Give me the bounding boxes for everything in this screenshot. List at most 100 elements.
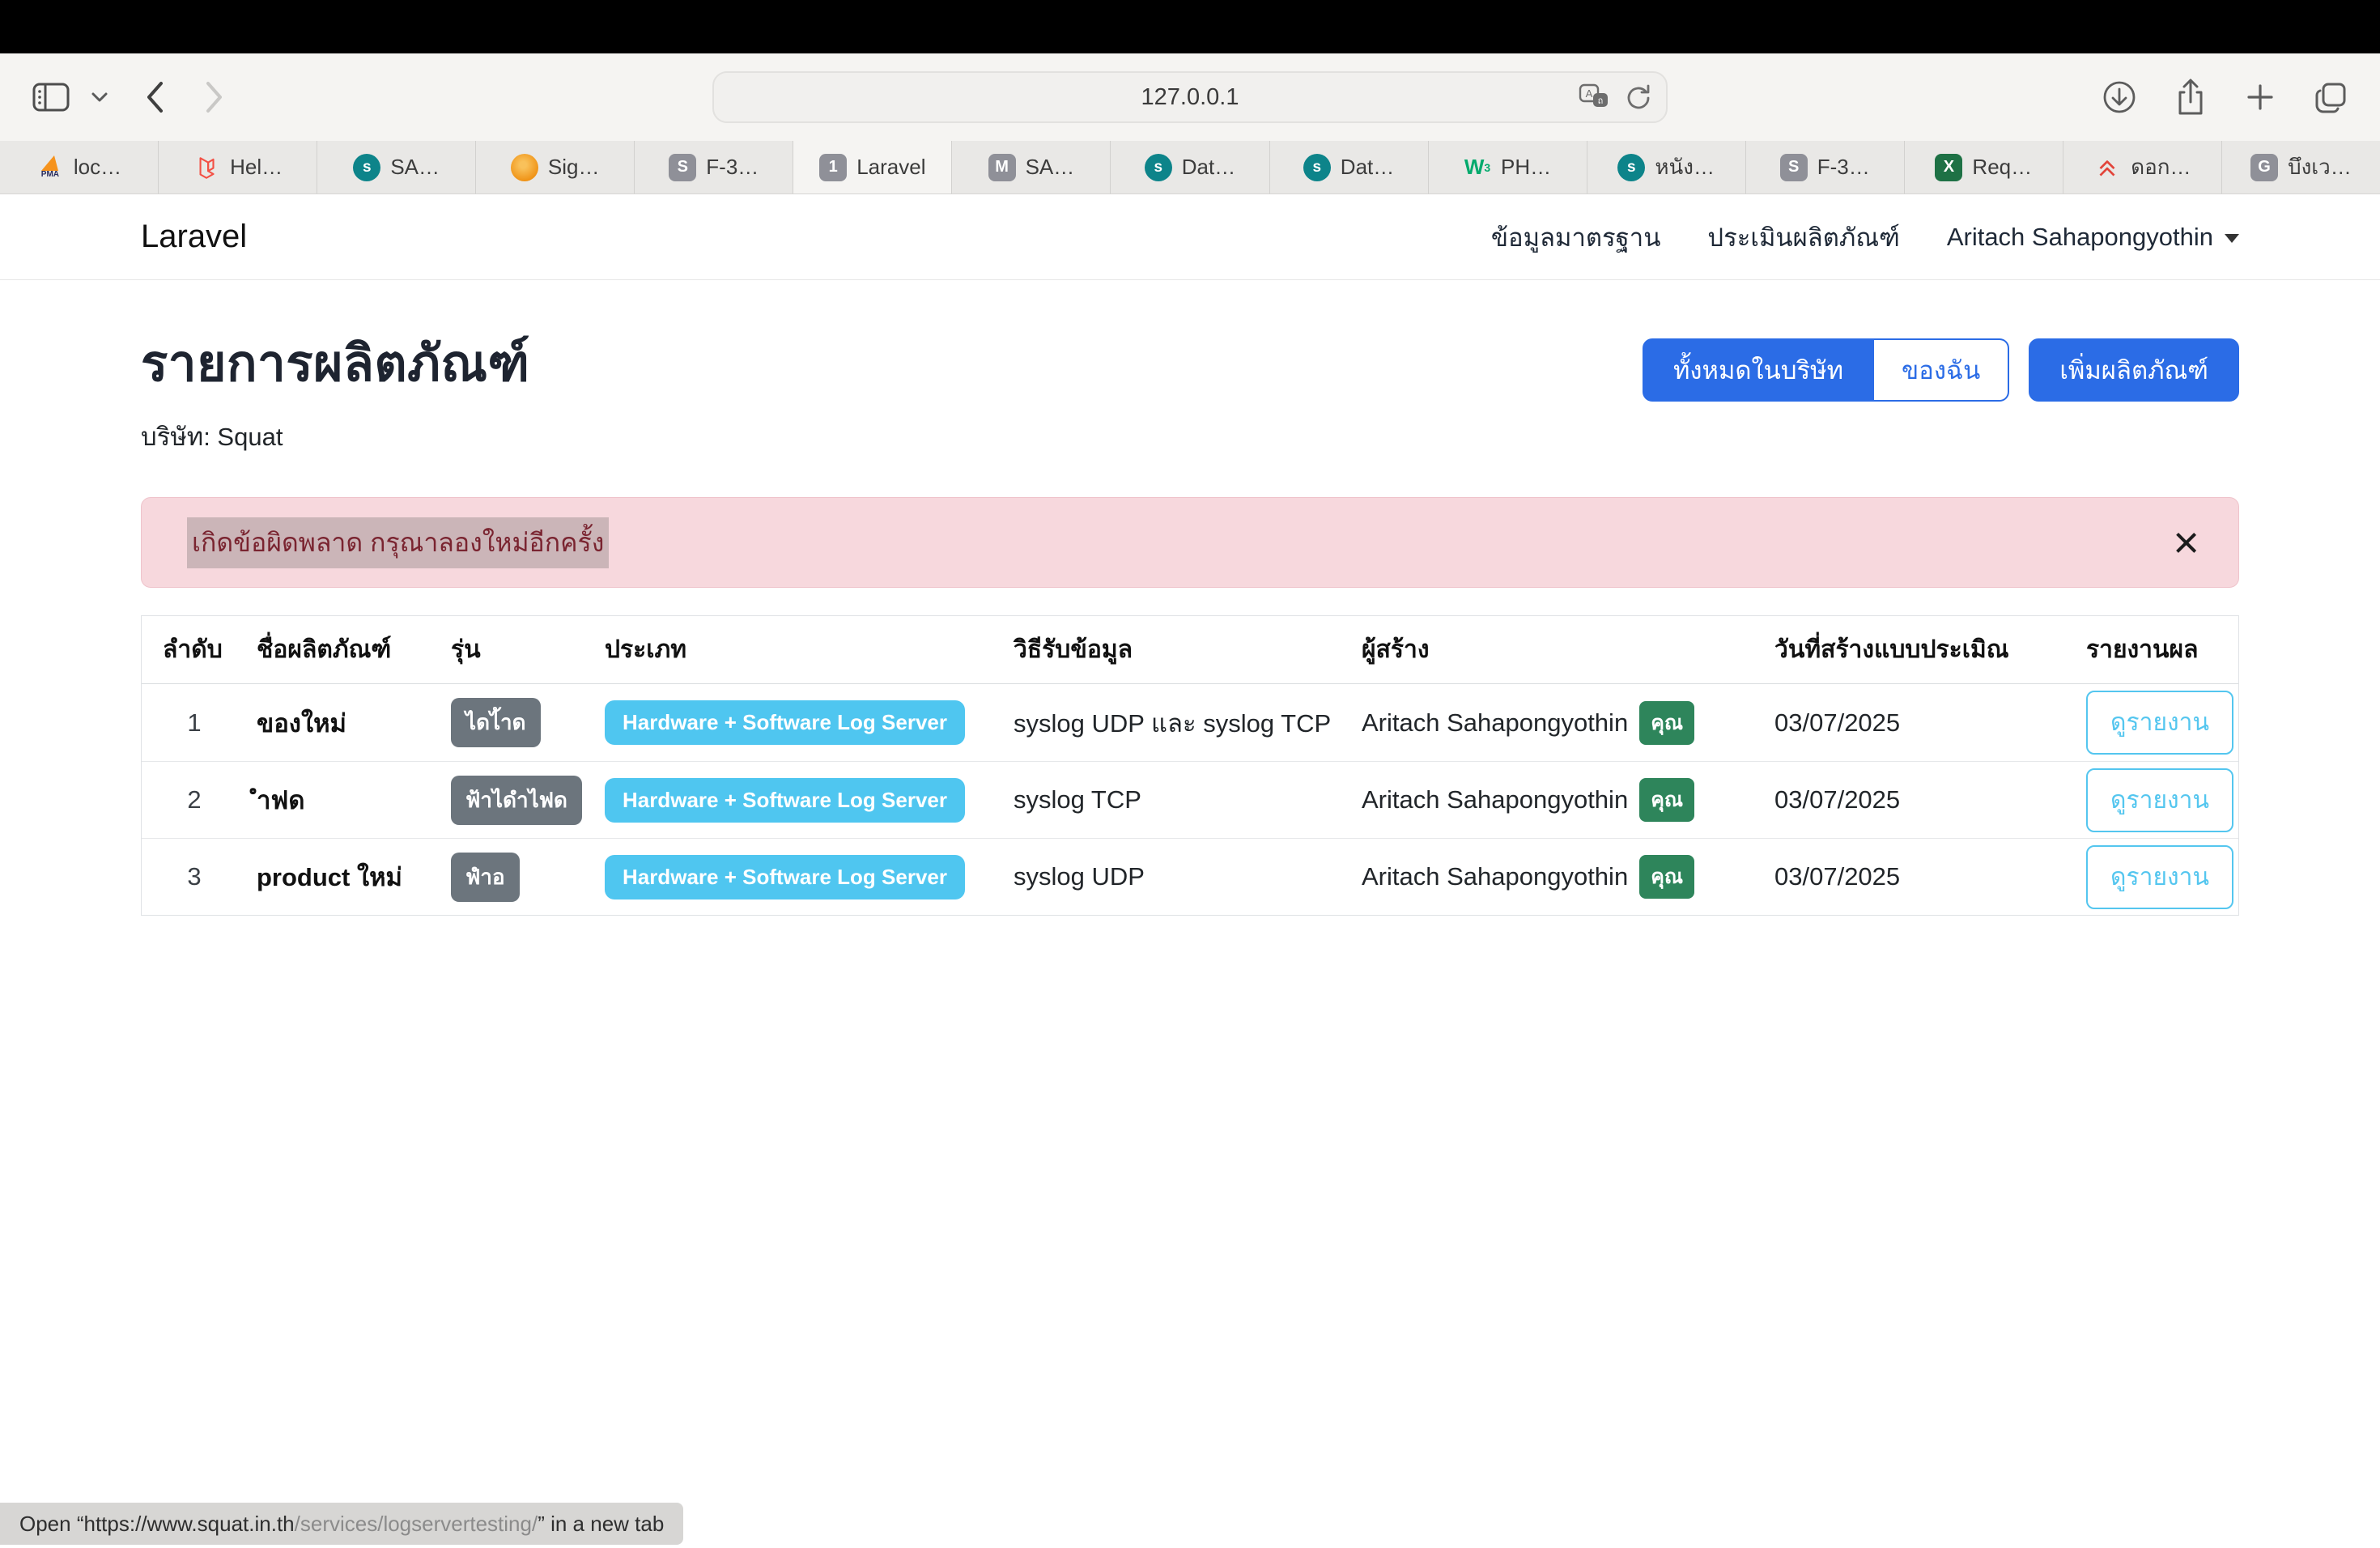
table-row: 2 ำฟด ฟ้าไดำไฟด Hardware + Software Log … — [142, 761, 2238, 838]
tab-label: Hel… — [230, 155, 283, 180]
error-alert-message: เกิดข้อผิดพลาด กรุณาลองใหม่อีกครั้ง — [187, 517, 609, 568]
sidebar-chevron-down-icon[interactable] — [91, 91, 108, 103]
forward-icon[interactable] — [204, 80, 225, 114]
translate-icon[interactable]: Aถ — [1579, 83, 1611, 111]
letter-m-icon: M — [988, 154, 1016, 181]
sharepoint-icon: s — [1145, 154, 1172, 181]
tab-label: SA… — [390, 155, 440, 180]
sharepoint-icon: s — [353, 154, 380, 181]
creator-you-badge: คุณ — [1639, 855, 1694, 899]
user-dropdown[interactable]: Aritach Sahapongyothin — [1947, 223, 2239, 252]
browser-tab[interactable]: ดอก… — [2063, 141, 2221, 194]
status-bar: Open “https://www.squat.in.th/services/l… — [0, 1503, 683, 1545]
letter-g-icon: G — [2250, 154, 2278, 181]
browser-tab[interactable]: s Dat… — [1269, 141, 1428, 194]
phpmyadmin-icon: PMA — [36, 154, 64, 181]
tab-label: SA… — [1026, 155, 1075, 180]
tab-label: หนัง… — [1655, 151, 1715, 184]
tab-label: PH… — [1501, 155, 1551, 180]
table-row: 3 product ใหม่ ฟำอ Hardware + Software L… — [142, 838, 2238, 915]
tab-label: F-3… — [706, 155, 759, 180]
share-icon[interactable] — [2174, 78, 2207, 117]
excel-icon: X — [1935, 154, 1962, 181]
letter-1-icon: 1 — [819, 154, 847, 181]
browser-tab[interactable]: PMA loc… — [0, 141, 158, 194]
downloads-icon[interactable] — [2102, 79, 2137, 115]
tab-label: F-3… — [1817, 155, 1870, 180]
row-index: 3 — [142, 862, 247, 891]
status-text-suffix: ” in a new tab — [538, 1512, 664, 1537]
date-cell: 03/07/2025 — [1765, 862, 2076, 891]
tab-label: ดอก… — [2131, 151, 2191, 184]
type-badge: Hardware + Software Log Server — [605, 855, 965, 899]
col-header-report: รายงานผล — [2076, 631, 2238, 669]
site-navbar: Laravel ข้อมูลมาตรฐาน ประเมินผลิตภัณฑ์ A… — [0, 194, 2380, 280]
tab-label: บึงเว… — [2288, 151, 2352, 184]
creator-you-badge: คุณ — [1639, 701, 1694, 745]
browser-tab[interactable]: s SA… — [317, 141, 475, 194]
view-report-button[interactable]: ดูรายงาน — [2086, 768, 2233, 832]
browser-tab[interactable]: X Req… — [1904, 141, 2063, 194]
sharepoint-icon: s — [1303, 154, 1331, 181]
status-text-prefix: Open “ — [19, 1512, 84, 1537]
col-header-name: ชื่อผลิตภัณฑ์ — [247, 631, 441, 669]
method-cell: syslog TCP — [1004, 785, 1352, 814]
browser-tab[interactable]: sDat… — [1110, 141, 1269, 194]
close-icon[interactable]: × — [2173, 520, 2199, 565]
back-icon[interactable] — [144, 80, 165, 114]
browser-tab[interactable]: Sig… — [475, 141, 634, 194]
error-alert: เกิดข้อผิดพลาด กรุณาลองใหม่อีกครั้ง × — [141, 497, 2239, 588]
user-name: Aritach Sahapongyothin — [1947, 223, 2213, 252]
new-tab-icon[interactable] — [2244, 81, 2276, 113]
tab-label: loc… — [74, 155, 121, 180]
browser-tab-active[interactable]: 1 Laravel — [793, 141, 951, 194]
model-badge: ไดไ้าด — [451, 698, 541, 747]
browser-tab[interactable]: s หนัง… — [1587, 141, 1745, 194]
table-header-row: ลำดับ ชื่อผลิตภัณฑ์ รุ่น ประเภท วิธีรับข… — [142, 616, 2238, 684]
brand-laravel[interactable]: Laravel — [141, 219, 247, 255]
sidebar-toggle-icon[interactable] — [32, 82, 70, 113]
browser-tab[interactable]: Hel… — [158, 141, 317, 194]
browser-tab[interactable]: S F-3… — [1745, 141, 1904, 194]
page-title: รายการผลิตภัณฑ์ — [141, 324, 530, 403]
address-bar[interactable]: 127.0.0.1 Aถ — [712, 71, 1668, 123]
chevron-down-icon — [2225, 234, 2239, 243]
tab-label: Dat… — [1341, 155, 1394, 180]
url-text: 127.0.0.1 — [1141, 84, 1239, 111]
filter-all-company-button[interactable]: ทั้งหมดในบริษัท — [1643, 338, 1874, 402]
status-link-host: https://www.squat.in.th — [84, 1512, 295, 1537]
col-header-date: วันที่สร้างแบบประเมิณ — [1765, 631, 2076, 669]
row-index: 2 — [142, 785, 247, 814]
col-header-type: ประเภท — [595, 631, 1004, 669]
browser-tab[interactable]: M SA… — [951, 141, 1110, 194]
creator-you-badge: คุณ — [1639, 778, 1694, 822]
letter-s-icon: S — [1780, 154, 1808, 181]
view-report-button[interactable]: ดูรายงาน — [2086, 691, 2233, 755]
tab-overview-icon[interactable] — [2314, 79, 2349, 115]
nav-link-standard-data[interactable]: ข้อมูลมาตรฐาน — [1491, 217, 1661, 257]
company-subtitle: บริษัท: Squat — [141, 416, 530, 457]
view-report-button[interactable]: ดูรายงาน — [2086, 845, 2233, 909]
browser-tab[interactable]: W3PH… — [1428, 141, 1587, 194]
product-name: ของใหม่ — [247, 703, 441, 743]
add-product-button[interactable]: เพิ่มผลิตภัณฑ์ — [2029, 338, 2239, 402]
table-row: 1 ของใหม่ ไดไ้าด Hardware + Software Log… — [142, 684, 2238, 761]
reload-icon[interactable] — [1624, 83, 1651, 111]
tab-label: Laravel — [856, 155, 925, 180]
tab-bar: PMAloc…Hel…sSA…Sig…SF-3…1LaravelMSA…sDat… — [0, 141, 2380, 194]
product-name: ำฟด — [247, 780, 441, 820]
col-header-index: ลำดับ — [142, 631, 247, 669]
creator-name: Aritach Sahapongyothin — [1362, 785, 1628, 814]
browser-toolbar: 127.0.0.1 Aถ — [0, 53, 2380, 141]
sharepoint-icon: s — [1617, 154, 1645, 181]
nav-link-evaluate-product[interactable]: ประเมินผลิตภัณฑ์ — [1707, 217, 1899, 257]
filter-mine-button[interactable]: ของฉัน — [1874, 338, 2009, 402]
tab-label: Req… — [1972, 155, 2032, 180]
browser-tab[interactable]: SF-3… — [634, 141, 793, 194]
products-table: ลำดับ ชื่อผลิตภัณฑ์ รุ่น ประเภท วิธีรับข… — [141, 615, 2239, 916]
svg-text:A: A — [1586, 87, 1593, 100]
laravel-icon — [193, 154, 220, 181]
status-link-path: /services/logservertesting/ — [295, 1512, 538, 1537]
browser-tab[interactable]: G บึงเว… — [2221, 141, 2380, 194]
product-name: product ใหม่ — [247, 857, 441, 897]
